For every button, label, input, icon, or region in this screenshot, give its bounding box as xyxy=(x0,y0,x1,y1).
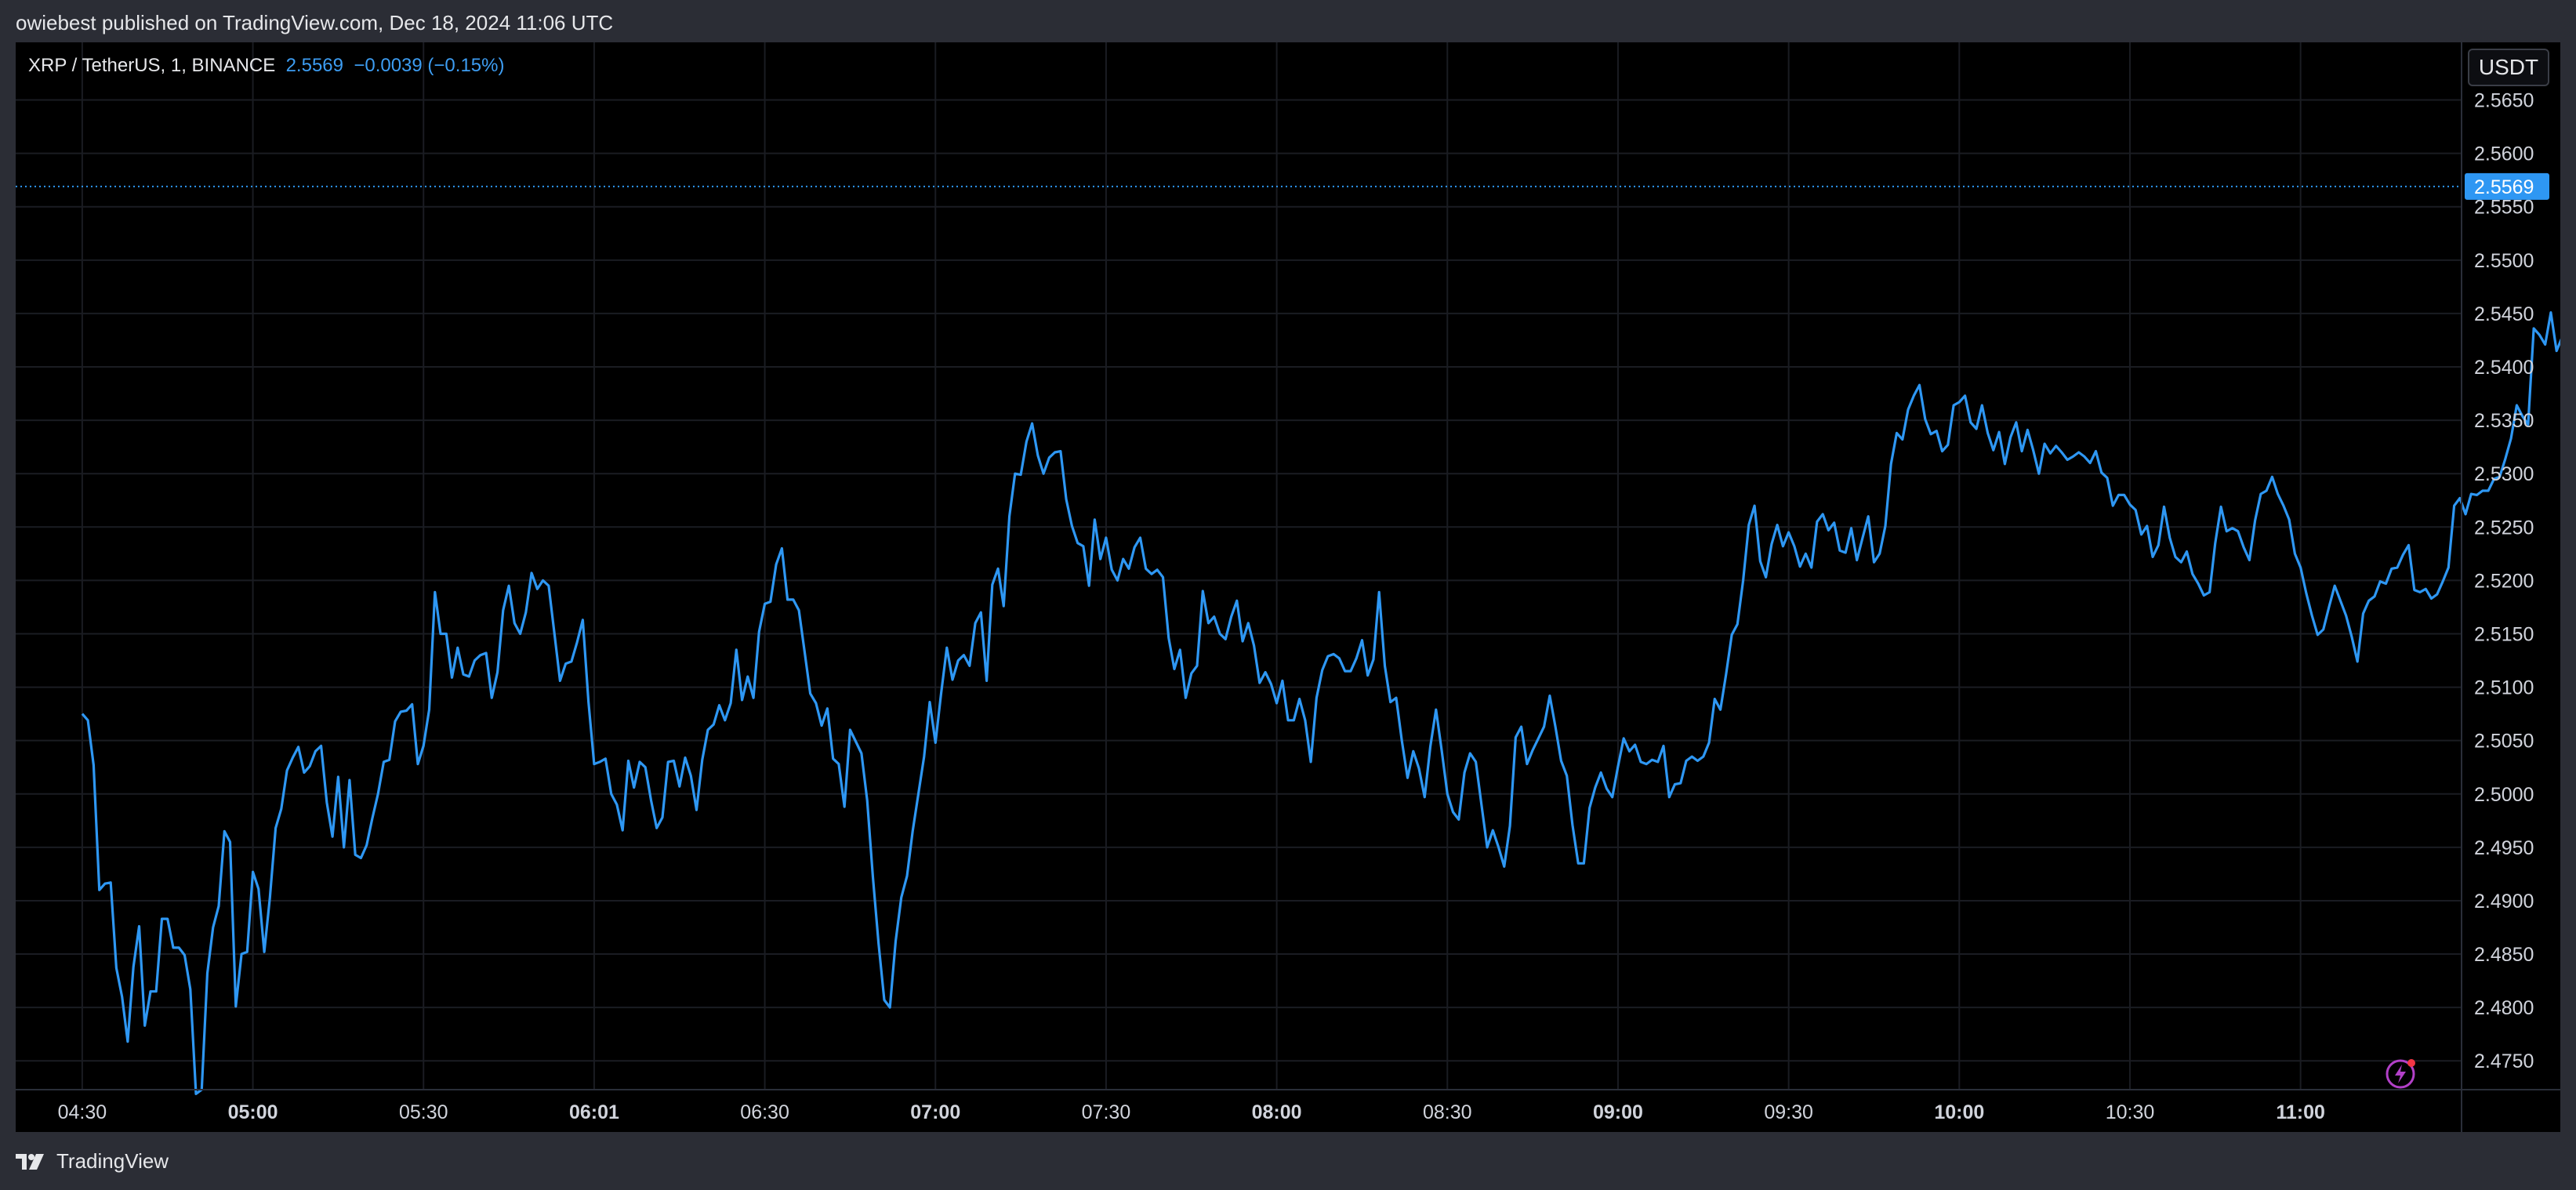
x-tick-label: 08:00 xyxy=(1252,1101,1302,1123)
y-tick-label: 2.5400 xyxy=(2474,357,2534,379)
brand-label: TradingView xyxy=(56,1149,169,1173)
y-tick-label: 2.5250 xyxy=(2474,517,2534,539)
chart-grid xyxy=(16,42,2462,1090)
publish-header: owiebest published on TradingView.com, D… xyxy=(0,0,2576,42)
y-tick-label: 2.4800 xyxy=(2474,997,2534,1019)
x-tick-label: 07:00 xyxy=(910,1101,960,1123)
y-tick-label: 2.5050 xyxy=(2474,731,2534,753)
y-tick-label: 2.5300 xyxy=(2474,463,2534,485)
last-price-tag-label: 2.5569 xyxy=(2474,176,2534,198)
tradingview-logo-icon xyxy=(16,1152,47,1171)
x-tick-label: 11:00 xyxy=(2276,1101,2325,1123)
y-tick-label: 2.4950 xyxy=(2474,837,2534,859)
x-tick-label: 06:01 xyxy=(569,1101,619,1123)
x-tick-label: 05:00 xyxy=(228,1101,278,1123)
x-tick-label: 10:30 xyxy=(2106,1101,2155,1123)
y-tick-label: 2.5650 xyxy=(2474,90,2534,112)
x-tick-label: 07:30 xyxy=(1082,1101,1131,1123)
x-tick-label: 10:00 xyxy=(1934,1101,1984,1123)
price-chart[interactable]: 2.5650 2.5600 2.5550 2.5500 2.5450 2.5400 2.53… xyxy=(16,42,2560,1132)
y-tick-label: 2.4900 xyxy=(2474,891,2534,912)
y-tick-label: 2.5450 xyxy=(2474,303,2534,325)
y-tick-label: 2.4850 xyxy=(2474,944,2534,966)
currency-button[interactable]: USDT xyxy=(2468,49,2549,86)
publish-info: owiebest published on TradingView.com, D… xyxy=(16,11,614,34)
x-tick-label: 05:30 xyxy=(399,1101,448,1123)
chart-area[interactable]: 2.5650 2.5600 2.5550 2.5500 2.5450 2.5400 2.53… xyxy=(16,42,2560,1132)
tradingview-brand[interactable]: TradingView xyxy=(16,1149,169,1174)
x-tick-label: 09:30 xyxy=(1764,1101,1813,1123)
x-tick-label: 04:30 xyxy=(58,1101,107,1123)
y-tick-label: 2.5200 xyxy=(2474,570,2534,592)
lightning-bolt-icon[interactable] xyxy=(2385,1055,2419,1090)
y-tick-label: 2.4750 xyxy=(2474,1050,2534,1072)
y-tick-label: 2.5000 xyxy=(2474,784,2534,806)
chart-legend: XRP / TetherUS, 1, BINANCE 2.5569 −0.003… xyxy=(28,55,504,77)
y-tick-label: 2.5100 xyxy=(2474,677,2534,699)
x-tick-label: 08:30 xyxy=(1423,1101,1472,1123)
y-tick-label: 2.5550 xyxy=(2474,197,2534,219)
y-tick-label: 2.5150 xyxy=(2474,623,2534,645)
axes: 2.5650 2.5600 2.5550 2.5500 2.5450 2.5400 2.53… xyxy=(16,42,2560,1132)
x-tick-label: 09:00 xyxy=(1593,1101,1643,1123)
last-price-value: 2.5569 xyxy=(285,55,343,76)
y-tick-label: 2.5500 xyxy=(2474,250,2534,272)
footer: TradingView xyxy=(0,1132,2576,1190)
y-tick-label: 2.5600 xyxy=(2474,143,2534,165)
symbol-label: XRP / TetherUS, 1, BINANCE xyxy=(28,55,276,76)
y-tick-label: 2.5350 xyxy=(2474,410,2534,432)
plot-area xyxy=(16,185,2560,1096)
price-series-line xyxy=(81,311,2560,1096)
x-tick-label: 06:30 xyxy=(740,1101,789,1123)
price-change-value: −0.0039 (−0.15%) xyxy=(354,55,505,76)
